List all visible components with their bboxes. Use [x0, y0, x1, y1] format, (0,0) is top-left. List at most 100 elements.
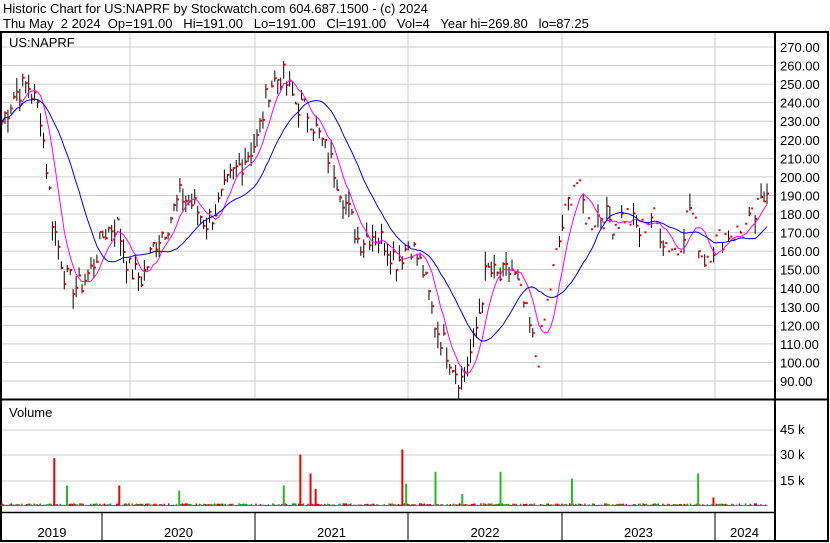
price-dot [537, 365, 540, 368]
short-ma-line [1, 79, 768, 375]
price-dot [334, 176, 337, 179]
price-dot [399, 258, 402, 261]
price-dot [218, 197, 221, 200]
price-dot [138, 275, 141, 278]
price-tick-label: 270.00 [780, 40, 820, 55]
price-dot [559, 240, 562, 243]
price-dot [562, 226, 565, 229]
price-dot [233, 166, 236, 169]
price-dot [197, 211, 200, 214]
year-label: 2024 [730, 525, 759, 540]
price-dot [740, 231, 743, 234]
price-dot [191, 204, 194, 207]
price-dot [636, 224, 639, 227]
price-tick-label: 100.00 [780, 355, 820, 370]
price-dot [668, 250, 671, 253]
price-dot [40, 124, 43, 127]
price-dot [704, 264, 707, 267]
price-dot [25, 82, 28, 85]
year-label: 2022 [471, 525, 500, 540]
price-tick-label: 160.00 [780, 244, 820, 259]
price-dot [277, 78, 280, 81]
price-dot [212, 222, 215, 225]
price-dot [384, 250, 387, 253]
price-dot [431, 305, 434, 308]
price-dot [579, 179, 582, 182]
price-dot [262, 118, 265, 121]
price-dot [325, 138, 328, 141]
price-dot [665, 242, 668, 245]
price-dot [767, 192, 769, 195]
price-dot [111, 230, 114, 233]
volume-tick-label: 15 k [780, 473, 805, 488]
price-dot [340, 196, 343, 199]
price-dot [503, 263, 506, 266]
price-dot [641, 218, 644, 221]
price-dot [200, 216, 203, 219]
price-dot [46, 172, 49, 175]
price-dot [360, 251, 363, 254]
price-dot [751, 207, 754, 210]
price-dot [764, 200, 767, 203]
price-dot [120, 240, 123, 243]
price-dot [470, 351, 473, 354]
price-dot [677, 253, 680, 256]
price-dot [573, 184, 576, 187]
price-dot [310, 128, 313, 131]
price-dot [372, 235, 375, 238]
price-dot [126, 268, 129, 271]
price-dot [242, 172, 245, 175]
price-dot [706, 255, 709, 258]
price-dot [132, 277, 135, 280]
price-dot [342, 206, 345, 209]
price-tick-label: 240.00 [780, 96, 820, 111]
price-dot [165, 236, 168, 239]
price-dot [123, 250, 126, 253]
price-dot [629, 223, 632, 226]
price-dot [570, 203, 573, 206]
price-dot [251, 154, 254, 157]
year-label: 2020 [164, 525, 193, 540]
year-label: 2019 [38, 525, 67, 540]
price-dot [73, 293, 76, 296]
price-dot [434, 327, 437, 330]
price-dot [79, 274, 82, 277]
price-tick-label: 260.00 [780, 59, 820, 74]
volume-tick-label: 45 k [780, 422, 805, 437]
price-dot [674, 247, 677, 250]
price-tick-label: 90.00 [780, 374, 813, 389]
price-dot [301, 98, 304, 101]
price-dot [209, 210, 212, 213]
price-dot [58, 245, 61, 248]
price-dot [159, 241, 162, 244]
price-dot [449, 366, 452, 369]
price-dot [271, 85, 274, 88]
price-dot [715, 234, 718, 237]
price-dot [730, 235, 733, 238]
price-dot [617, 227, 620, 230]
price-dot [390, 262, 393, 265]
price-dot [660, 241, 663, 244]
price-dot [4, 112, 7, 115]
volume-label: Volume [9, 405, 52, 420]
price-dot [540, 324, 543, 327]
price-dot [10, 107, 13, 110]
price-dot [437, 333, 440, 336]
price-dot [639, 234, 642, 237]
price-tick-label: 210.00 [780, 151, 820, 166]
price-dot [221, 188, 224, 191]
price-dot [90, 264, 93, 267]
symbol-label: US:NAPRF [9, 35, 75, 50]
price-dot [55, 231, 58, 234]
volume-tick-label: 30 k [780, 447, 805, 462]
price-dot [70, 268, 73, 271]
price-dot [22, 76, 25, 79]
price-tick-label: 190.00 [780, 188, 820, 203]
price-dot [227, 173, 230, 176]
price-dot [612, 233, 615, 236]
price-dot [653, 207, 656, 210]
price-dot [529, 324, 532, 327]
price-dot [19, 99, 22, 102]
price-dot [52, 225, 55, 228]
price-dot [185, 199, 188, 202]
